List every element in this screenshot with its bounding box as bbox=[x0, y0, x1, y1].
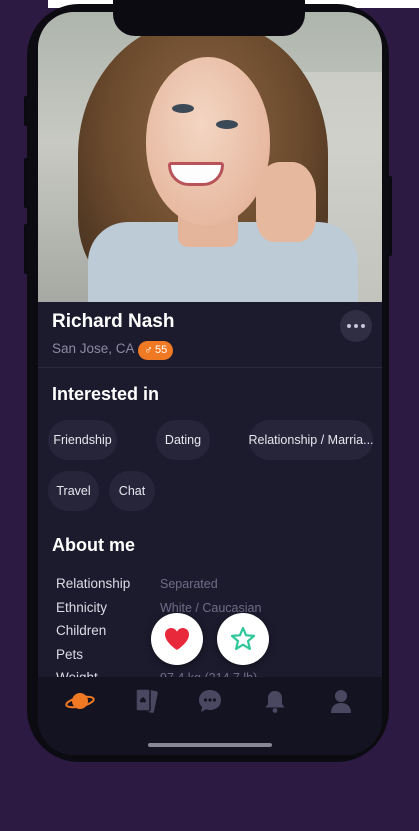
about-value-relationship: Separated bbox=[160, 577, 218, 591]
divider bbox=[38, 367, 382, 368]
interest-chip[interactable]: Chat bbox=[109, 471, 155, 511]
tab-messages[interactable] bbox=[190, 685, 230, 717]
interest-chip[interactable]: Travel bbox=[48, 471, 99, 511]
about-label-ethnicity: Ethnicity bbox=[56, 600, 108, 615]
about-label-relationship: Relationship bbox=[56, 576, 131, 591]
interests-title: Interested in bbox=[52, 384, 160, 404]
bell-icon bbox=[265, 691, 285, 713]
favorite-button[interactable] bbox=[217, 613, 269, 665]
more-options-button[interactable] bbox=[340, 310, 372, 342]
tab-discover[interactable] bbox=[60, 685, 100, 717]
profile-photo[interactable] bbox=[38, 12, 382, 302]
tab-notifications[interactable] bbox=[255, 685, 295, 717]
planet-icon bbox=[65, 693, 95, 709]
tab-bar bbox=[38, 677, 382, 755]
about-label-pets: Pets bbox=[56, 647, 84, 662]
about-title: About me bbox=[52, 535, 135, 555]
tab-cards[interactable] bbox=[126, 685, 166, 717]
profile-location: San Jose, CA bbox=[52, 341, 135, 356]
interest-chip[interactable]: Relationship / Marria... bbox=[249, 420, 373, 460]
cards-icon bbox=[135, 688, 158, 713]
interest-chip[interactable]: Dating bbox=[156, 420, 210, 460]
age-value: 55 bbox=[155, 344, 168, 356]
profile-name: Richard Nash bbox=[52, 311, 175, 332]
tab-profile[interactable] bbox=[321, 685, 361, 717]
chat-icon bbox=[199, 690, 221, 712]
like-button[interactable] bbox=[151, 613, 203, 665]
heart-icon bbox=[165, 628, 189, 650]
gender-age-badge: ♂ 55 bbox=[138, 341, 174, 360]
star-icon bbox=[230, 626, 256, 650]
profile-screen: Richard Nash San Jose, CA ♂ 55 Intereste… bbox=[38, 12, 382, 755]
male-symbol-icon: ♂ bbox=[144, 343, 153, 357]
home-indicator[interactable] bbox=[148, 743, 272, 747]
interest-chip[interactable]: Friendship bbox=[48, 420, 117, 460]
profile-icon bbox=[331, 690, 351, 713]
about-label-children: Children bbox=[56, 623, 107, 638]
phone-notch bbox=[113, 0, 305, 36]
